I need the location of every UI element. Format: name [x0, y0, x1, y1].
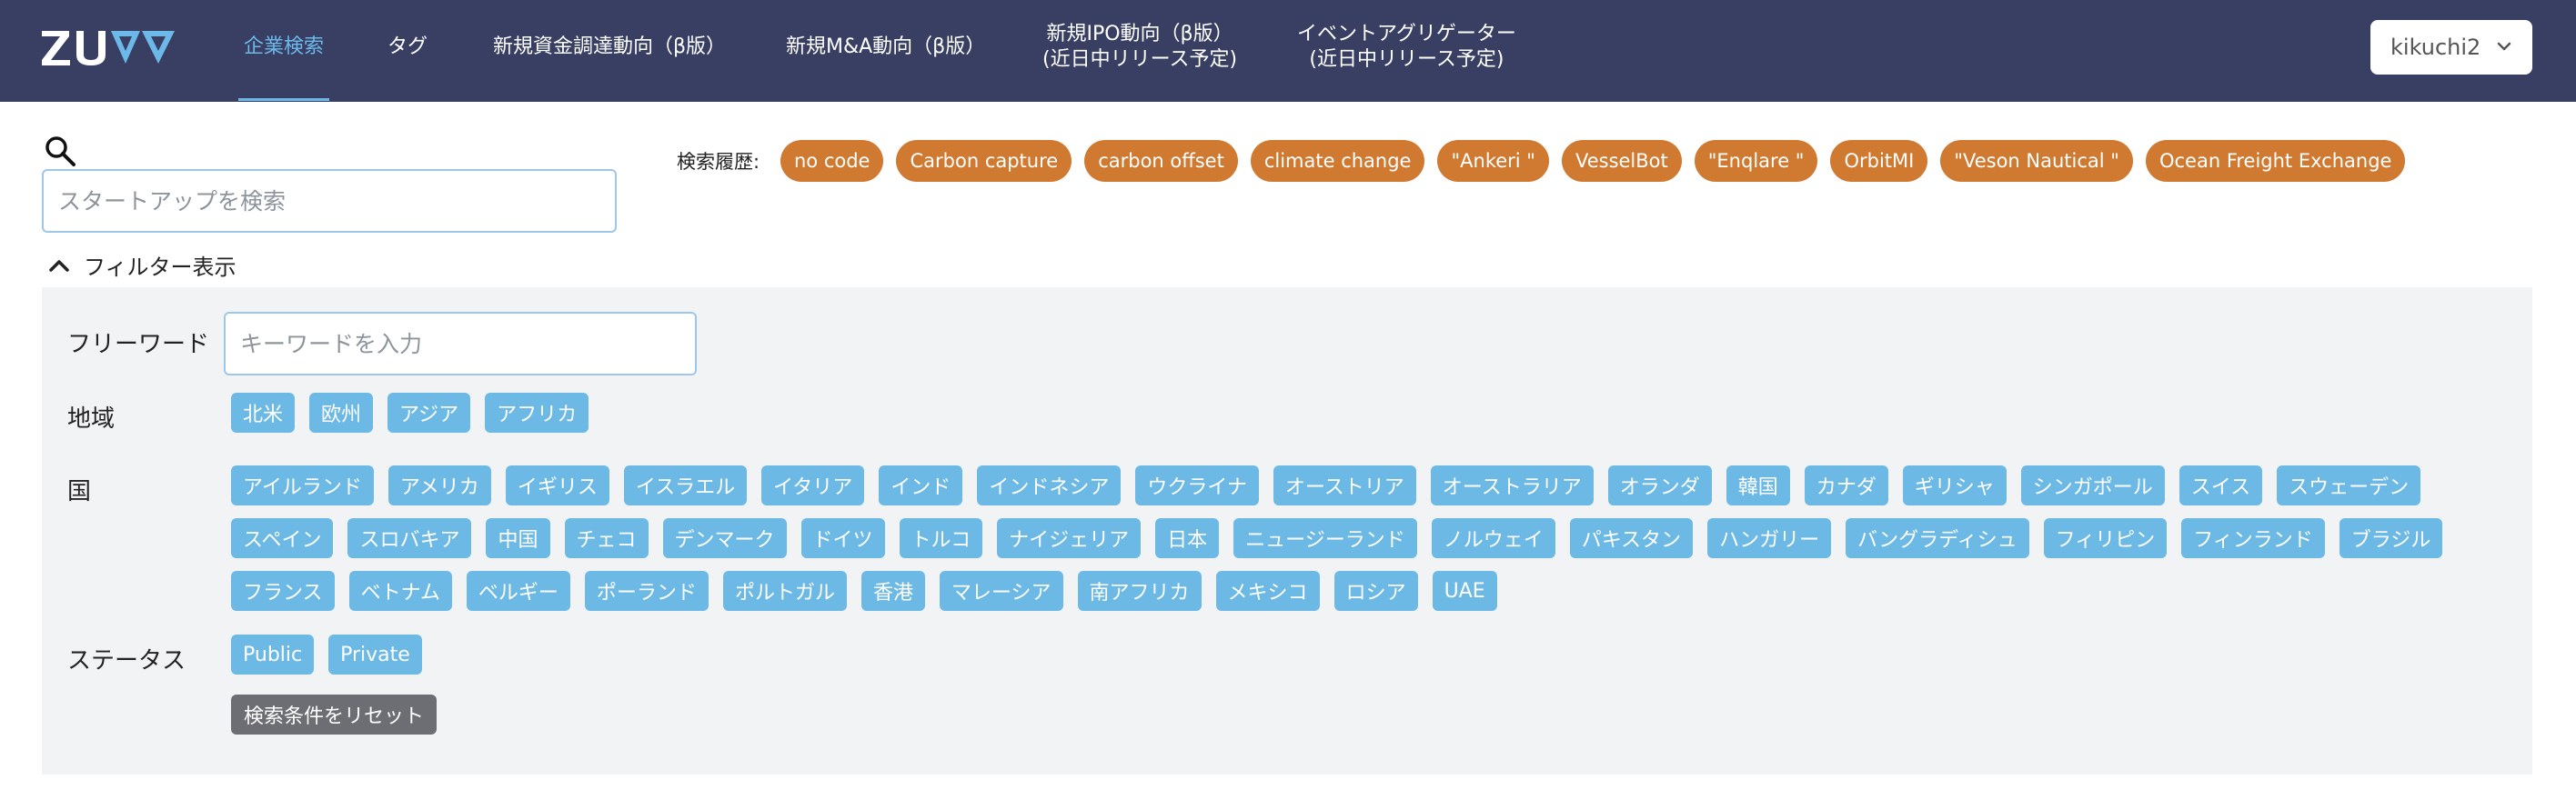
country-chip[interactable]: バングラディシュ	[1846, 518, 2029, 558]
country-chip[interactable]: メキシコ	[1215, 571, 1320, 611]
country-chip[interactable]: イスラエル	[623, 465, 748, 505]
country-chips: アイルランド アメリカ イギリス イスラエル イタリア インド インドネシア ウクライナ オース…	[231, 465, 2450, 611]
country-chip[interactable]: ポーランド	[584, 571, 709, 611]
search-history-label: 検索履歴:	[677, 151, 760, 173]
status-chips: Public Private	[231, 635, 422, 675]
country-chip[interactable]: インド	[879, 465, 963, 505]
country-chip[interactable]: ベトナム	[348, 571, 452, 611]
top-navbar: 企業検索 タグ 新規資金調達動向（β版） 新規M&A動向（β版） 新規IPO動向…	[0, 0, 2576, 102]
filter-toggle-label: フィルター表示	[84, 255, 236, 280]
history-tag[interactable]: Ocean Freight Exchange	[2145, 140, 2406, 182]
region-chip[interactable]: 北米	[231, 393, 296, 433]
history-tag[interactable]: no code	[780, 140, 884, 182]
country-chip[interactable]: ニュージーランド	[1233, 518, 1417, 558]
nav-new-funding[interactable]: 新規資金調達動向（β版）	[493, 35, 726, 60]
country-chip[interactable]: 中国	[486, 518, 550, 558]
country-chip[interactable]: ハンガリー	[1707, 518, 1832, 558]
chevron-down-icon	[2497, 42, 2511, 51]
history-tag[interactable]: VesselBot	[1561, 140, 1682, 182]
status-label: ステータス	[67, 647, 186, 675]
nav-tags[interactable]: タグ	[387, 35, 428, 60]
user-name: kikuchi2	[2390, 35, 2481, 60]
nav-new-ma[interactable]: 新規M&A動向（β版）	[786, 35, 985, 60]
history-tag[interactable]: "Veson Nautical "	[1940, 140, 2133, 182]
chevron-up-icon	[49, 259, 69, 272]
history-tag[interactable]: "Ankeri "	[1437, 140, 1549, 182]
nav-event-aggregator[interactable]: イベントアグリゲーター (近日中リリース予定)	[1297, 22, 1516, 73]
country-chip[interactable]: ブラジル	[2339, 518, 2443, 558]
region-chips: 北米 欧州 アジア アフリカ	[231, 393, 589, 433]
country-chip[interactable]: スウェーデン	[2277, 465, 2421, 505]
status-chip-private[interactable]: Private	[328, 635, 422, 675]
nav-event-aggregator-title: イベントアグリゲーター	[1297, 23, 1516, 45]
nav-event-aggregator-note: (近日中リリース予定)	[1309, 48, 1504, 71]
country-chip[interactable]: ギリシャ	[1902, 465, 2007, 505]
nav-new-ipo-note: (近日中リリース予定)	[1042, 48, 1238, 71]
country-chip[interactable]: ロシア	[1333, 571, 1418, 611]
country-chip[interactable]: パキスタン	[1569, 518, 1694, 558]
country-chip[interactable]: ベルギー	[466, 571, 570, 611]
country-chip[interactable]: アイルランド	[231, 465, 374, 505]
country-chip[interactable]: チェコ	[564, 518, 649, 558]
country-chip[interactable]: トルコ	[899, 518, 983, 558]
country-chip[interactable]: ナイジェリア	[997, 518, 1142, 558]
region-chip[interactable]: 欧州	[309, 393, 374, 433]
country-chip[interactable]: 南アフリカ	[1077, 571, 1202, 611]
status-chip-public[interactable]: Public	[231, 635, 315, 675]
nav-new-ipo[interactable]: 新規IPO動向（β版） (近日中リリース予定)	[1042, 22, 1237, 73]
country-chip[interactable]: スイス	[2179, 465, 2263, 505]
country-chip[interactable]: オランダ	[1607, 465, 1712, 505]
country-chip[interactable]: オーストラリア	[1430, 465, 1594, 505]
country-chip[interactable]: デンマーク	[662, 518, 787, 558]
keyword-input[interactable]	[224, 312, 697, 375]
country-chip[interactable]: フランス	[231, 571, 335, 611]
zuva-logo[interactable]	[40, 27, 178, 67]
country-chip[interactable]: フィリピン	[2043, 518, 2168, 558]
country-chip[interactable]: ドイツ	[800, 518, 885, 558]
nav-company-search[interactable]: 企業検索	[244, 35, 324, 60]
country-chip[interactable]: イタリア	[761, 465, 865, 505]
country-chip[interactable]: マレーシア	[939, 571, 1063, 611]
freeword-label: フリーワード	[67, 331, 210, 358]
country-chip[interactable]: 日本	[1155, 518, 1220, 558]
history-tag[interactable]: Carbon capture	[896, 140, 1072, 182]
user-menu-button[interactable]: kikuchi2	[2370, 20, 2532, 75]
active-tab-indicator	[238, 98, 329, 101]
country-chip[interactable]: ウクライナ	[1135, 465, 1259, 505]
history-tag[interactable]: climate change	[1250, 140, 1425, 182]
region-chip[interactable]: アジア	[387, 393, 471, 433]
region-chip[interactable]: アフリカ	[485, 393, 589, 433]
history-tag[interactable]: OrbitMI	[1830, 140, 1928, 182]
region-label: 地域	[67, 405, 116, 433]
history-tag[interactable]: "Enqlare "	[1694, 140, 1818, 182]
reset-filters-button[interactable]: 検索条件をリセット	[231, 695, 438, 735]
history-tag[interactable]: carbon offset	[1084, 140, 1238, 182]
country-chip[interactable]: スペイン	[231, 518, 334, 558]
country-chip[interactable]: ノルウェイ	[1431, 518, 1555, 558]
country-chip[interactable]: オーストリア	[1273, 465, 1416, 505]
logo-mark-icon	[42, 31, 175, 65]
country-chip[interactable]: フィンランド	[2181, 518, 2325, 558]
country-chip[interactable]: UAE	[1432, 571, 1497, 611]
search-icon[interactable]	[44, 135, 78, 167]
filter-toggle[interactable]: フィルター表示	[47, 249, 236, 281]
startup-search-input[interactable]	[42, 169, 617, 233]
country-chip[interactable]: イギリス	[505, 465, 609, 505]
country-chip[interactable]: ポルトガル	[722, 571, 847, 611]
country-chip[interactable]: カナダ	[1804, 465, 1888, 505]
country-label: 国	[67, 478, 92, 505]
country-chip[interactable]: スロバキア	[347, 518, 472, 558]
country-chip[interactable]: 韓国	[1726, 465, 1790, 505]
country-chip[interactable]: 香港	[860, 571, 925, 611]
search-history-list: no code Carbon capture carbon offset cli…	[780, 140, 2406, 182]
nav-new-ipo-title: 新規IPO動向（β版）	[1046, 23, 1233, 45]
country-chip[interactable]: シンガポール	[2020, 465, 2165, 505]
country-chip[interactable]: アメリカ	[387, 465, 491, 505]
country-chip[interactable]: インドネシア	[977, 465, 1122, 505]
